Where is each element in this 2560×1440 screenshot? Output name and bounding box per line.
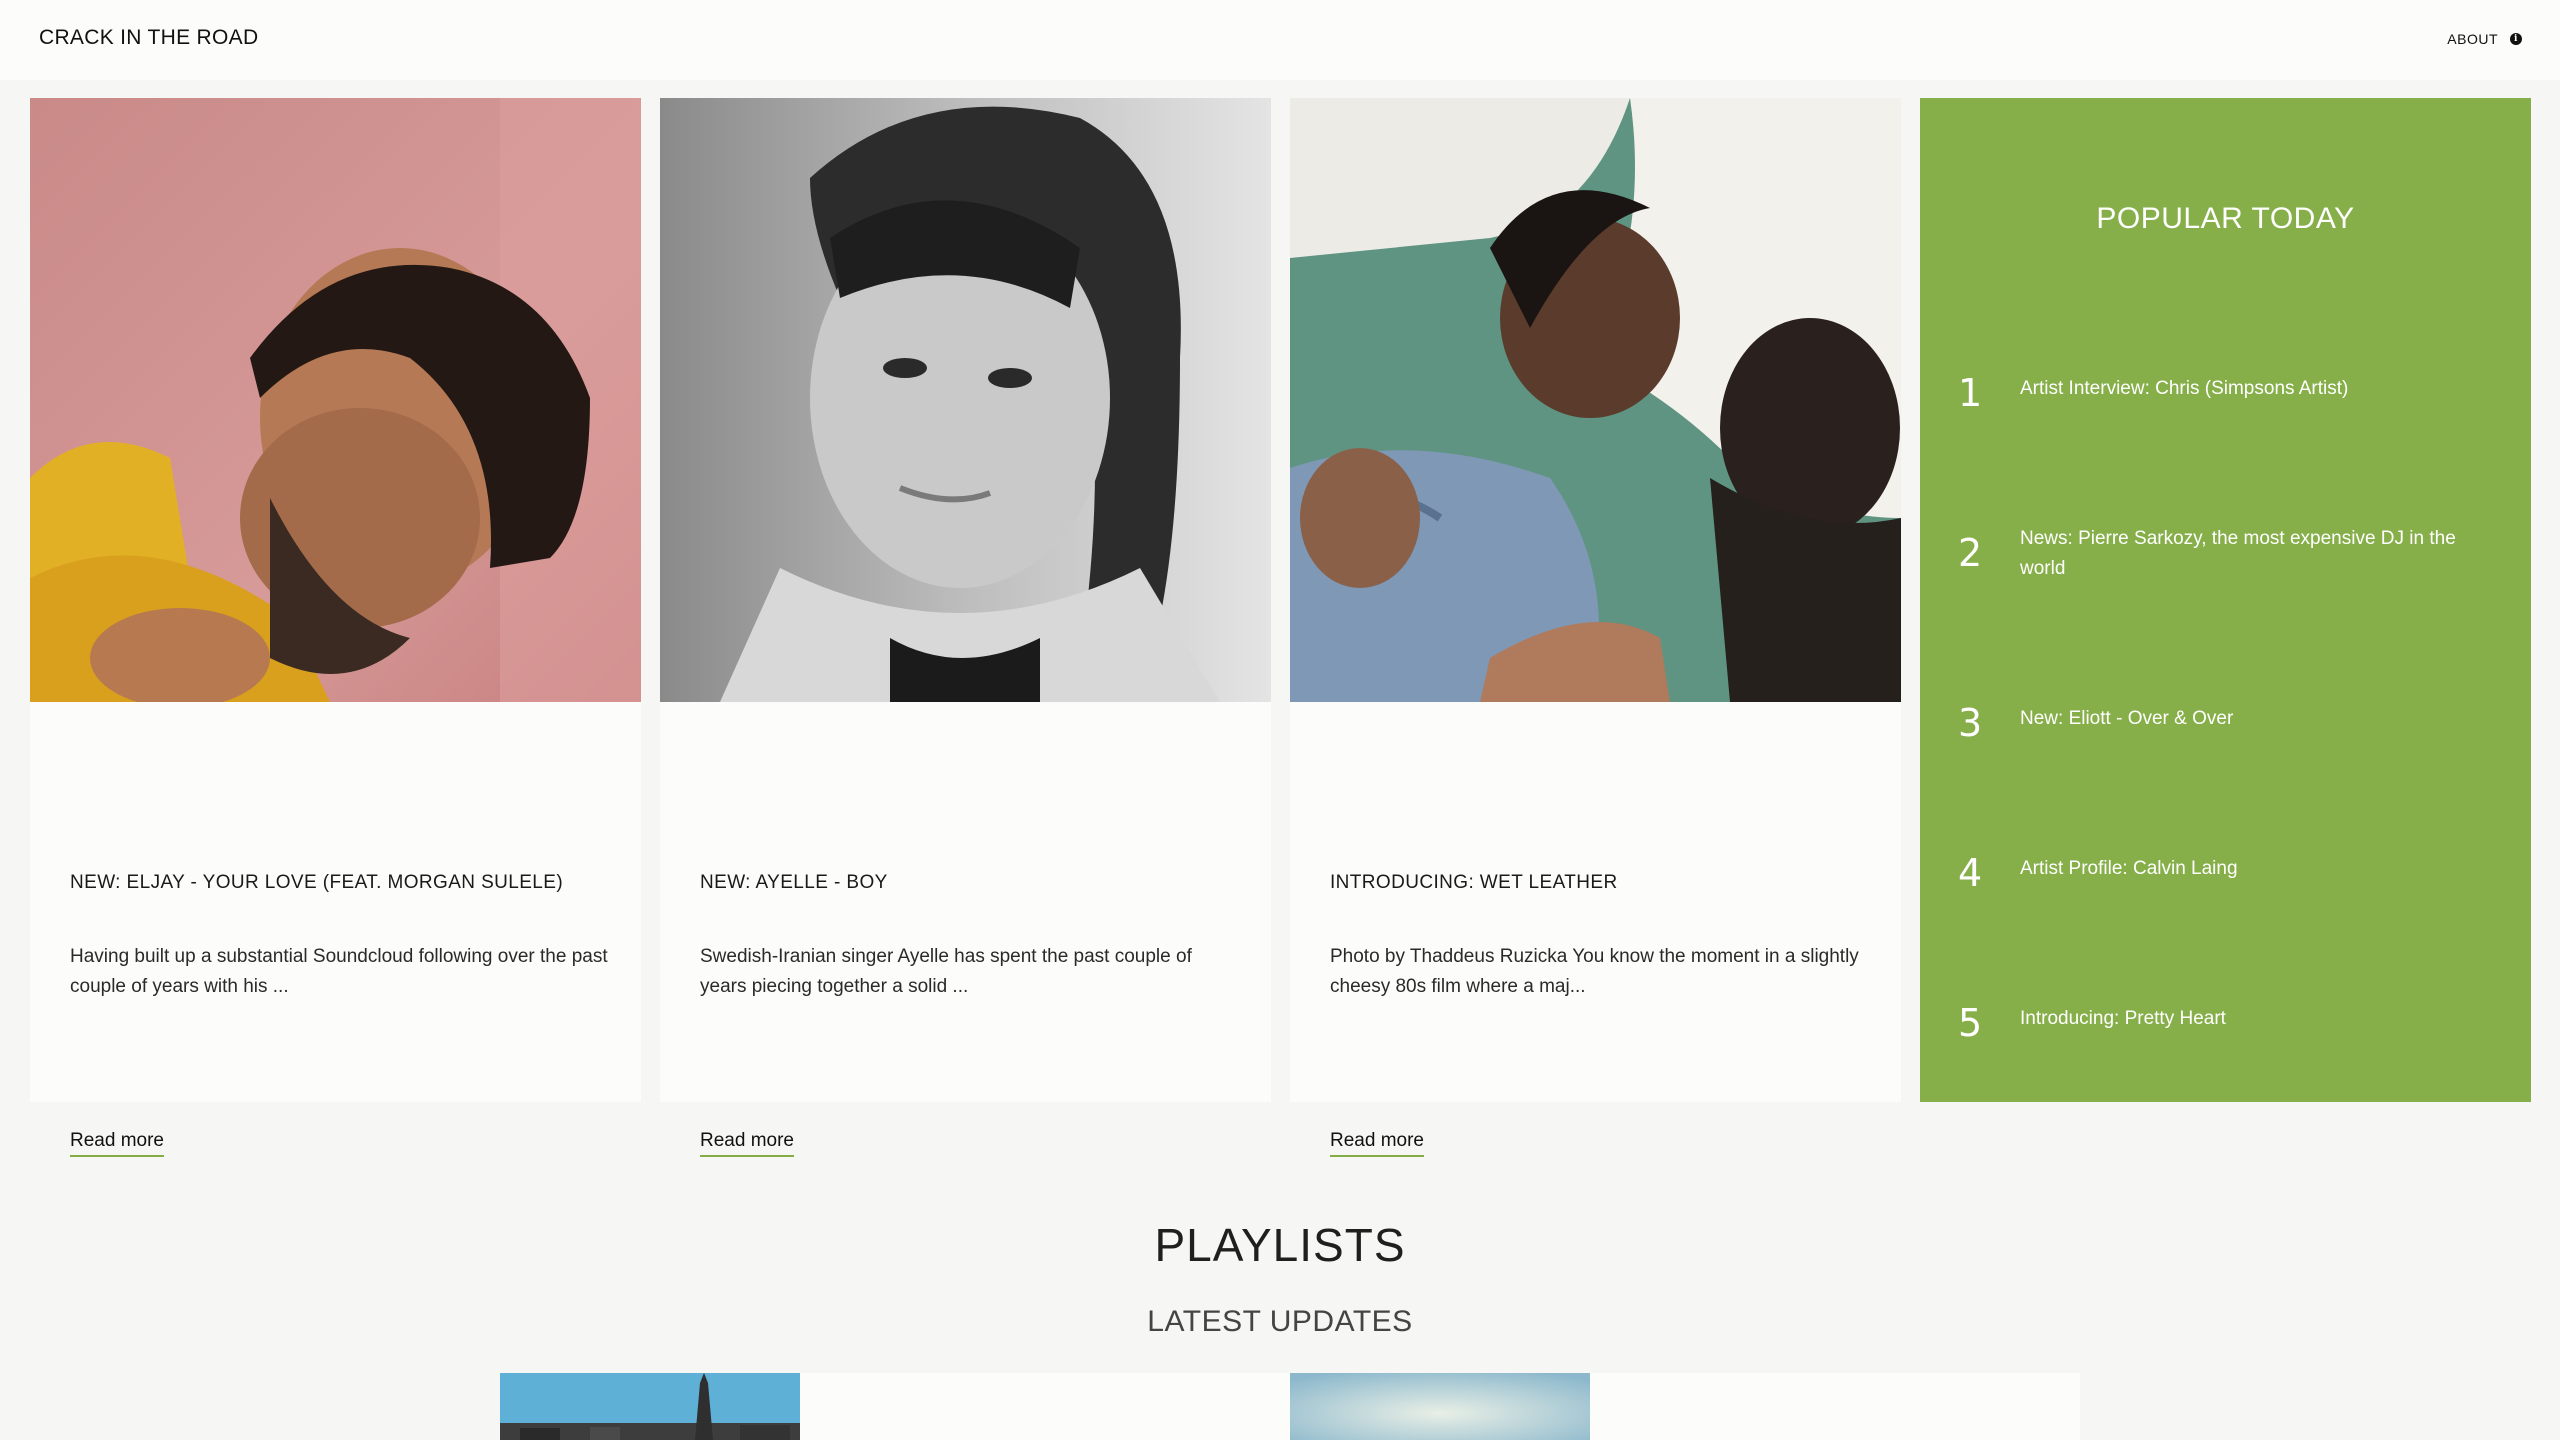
- latest-updates-heading: LATEST UPDATES: [1147, 1305, 1413, 1338]
- site-logo[interactable]: CRACK IN THE ROAD: [39, 26, 258, 50]
- site-header: CRACK IN THE ROAD ABOUT i: [0, 0, 2560, 80]
- read-more-link[interactable]: Read more: [700, 1130, 794, 1157]
- playlist-card[interactable]: [500, 1373, 1290, 1440]
- article-card[interactable]: NEW: ELJAY - YOUR LOVE (FEAT. MORGAN SUL…: [30, 98, 641, 1157]
- about-link[interactable]: ABOUT i: [2447, 31, 2522, 47]
- popular-item[interactable]: 3 New: Eliott - Over & Over: [1958, 704, 2498, 742]
- popular-item[interactable]: 1 Artist Interview: Chris (Simpsons Arti…: [1958, 374, 2498, 412]
- popular-item[interactable]: 2 News: Pierre Sarkozy, the most expensi…: [1958, 524, 2498, 584]
- article-image[interactable]: [660, 98, 1271, 702]
- popular-item-label[interactable]: News: Pierre Sarkozy, the most expensive…: [2020, 524, 2498, 584]
- about-label: ABOUT: [2447, 31, 2498, 47]
- article-excerpt: Swedish-Iranian singer Ayelle has spent …: [700, 946, 1192, 997]
- popular-title: POPULAR TODAY: [2096, 202, 2355, 235]
- playlist-thumbnail[interactable]: [500, 1373, 800, 1440]
- article-card[interactable]: NEW: AYELLE - BOY Swedish-Iranian singer…: [660, 98, 1271, 1157]
- popular-item-label[interactable]: Artist Profile: Calvin Laing: [2020, 854, 2498, 892]
- popular-item[interactable]: 4 Artist Profile: Calvin Laing: [1958, 854, 2498, 892]
- popular-rank: 3: [1958, 701, 1983, 745]
- popular-item[interactable]: 5 Introducing: Pretty Heart: [1958, 1004, 2498, 1042]
- playlists-heading: PLAYLISTS: [1154, 1219, 1406, 1271]
- popular-rank: 2: [1958, 531, 1983, 575]
- popular-rank: 4: [1958, 851, 1983, 895]
- article-title[interactable]: NEW: AYELLE - BOY: [700, 872, 1240, 894]
- read-more-link[interactable]: Read more: [70, 1130, 164, 1157]
- popular-rank: 5: [1958, 1001, 1983, 1045]
- popular-item-label[interactable]: Introducing: Pretty Heart: [2020, 1004, 2498, 1042]
- popular-item-label[interactable]: New: Eliott - Over & Over: [2020, 704, 2498, 742]
- playlist-thumbnail[interactable]: [1290, 1373, 1590, 1440]
- popular-today-panel: POPULAR TODAY 1 Artist Interview: Chris …: [1920, 98, 2531, 1102]
- article-image[interactable]: [30, 98, 641, 702]
- article-image[interactable]: [1290, 98, 1901, 702]
- article-title[interactable]: NEW: ELJAY - YOUR LOVE (FEAT. MORGAN SUL…: [70, 872, 610, 894]
- popular-rank: 1: [1958, 371, 1983, 415]
- article-title[interactable]: INTRODUCING: WET LEATHER: [1330, 872, 1870, 894]
- popular-item-label[interactable]: Artist Interview: Chris (Simpsons Artist…: [2020, 374, 2498, 412]
- info-icon: i: [2510, 33, 2522, 45]
- read-more-link[interactable]: Read more: [1330, 1130, 1424, 1157]
- article-card[interactable]: INTRODUCING: WET LEATHER Photo by Thadde…: [1290, 98, 1901, 1157]
- article-excerpt: Photo by Thaddeus Ruzicka You know the m…: [1330, 946, 1859, 997]
- playlist-card[interactable]: [1290, 1373, 2080, 1440]
- article-excerpt: Having built up a substantial Soundcloud…: [70, 946, 608, 997]
